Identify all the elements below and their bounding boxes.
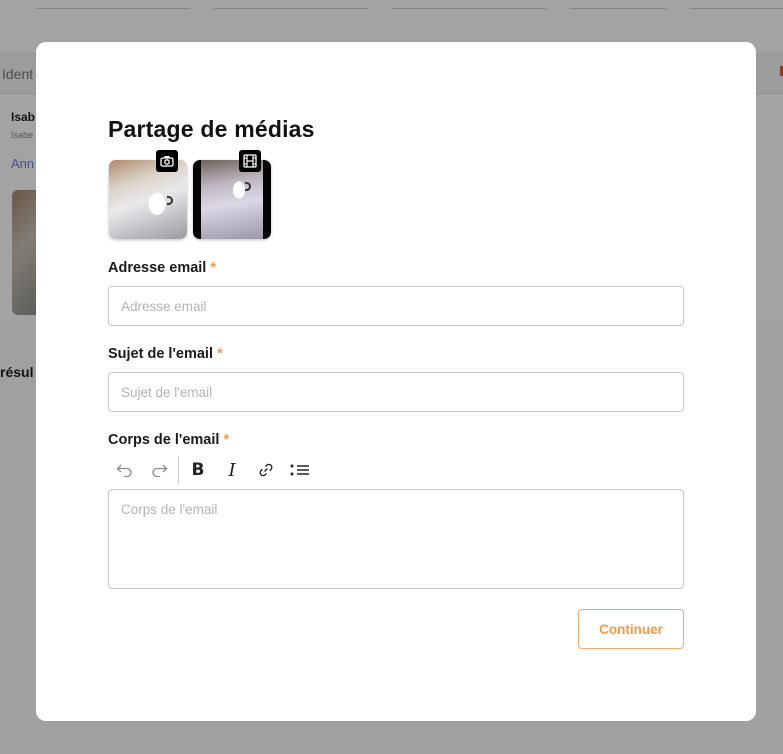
modal-title: Partage de médias [108,116,315,142]
mug-detail [167,196,173,205]
camera-icon [156,150,178,172]
body-label-text: Corps de l'email [108,432,220,448]
redo-button[interactable] [142,454,176,486]
redo-icon [152,464,168,477]
email-body-editor[interactable]: Corps de l'email [108,489,684,589]
required-mark: * [223,432,230,448]
subject-label: Sujet de l'email * [108,346,223,362]
required-mark: * [216,346,223,362]
bullet-list-icon [290,464,309,476]
link-icon [259,463,273,477]
undo-icon [116,464,132,477]
undo-button[interactable] [108,454,142,486]
editor-toolbar: B I [108,454,317,486]
mug-detail [245,182,251,191]
media-video-thumbnail[interactable] [193,160,271,239]
toolbar-divider [178,456,179,484]
bold-button[interactable]: B [181,454,215,486]
continue-button[interactable]: Continuer [578,609,684,649]
subject-field[interactable] [108,372,684,412]
subject-label-text: Sujet de l'email [108,346,213,362]
body-label: Corps de l'email * [108,432,229,448]
required-mark: * [210,260,216,276]
share-media-modal: Partage de médias Adresse email* Sujet d… [36,42,756,721]
bullet-list-button[interactable] [283,454,317,486]
link-button[interactable] [249,454,283,486]
italic-button[interactable]: I [215,454,249,486]
film-icon [239,150,261,172]
editor-placeholder: Corps de l'email [121,502,218,517]
email-field[interactable] [108,286,684,326]
email-label: Adresse email * [108,260,216,276]
email-label-text: Adresse email [108,260,207,276]
